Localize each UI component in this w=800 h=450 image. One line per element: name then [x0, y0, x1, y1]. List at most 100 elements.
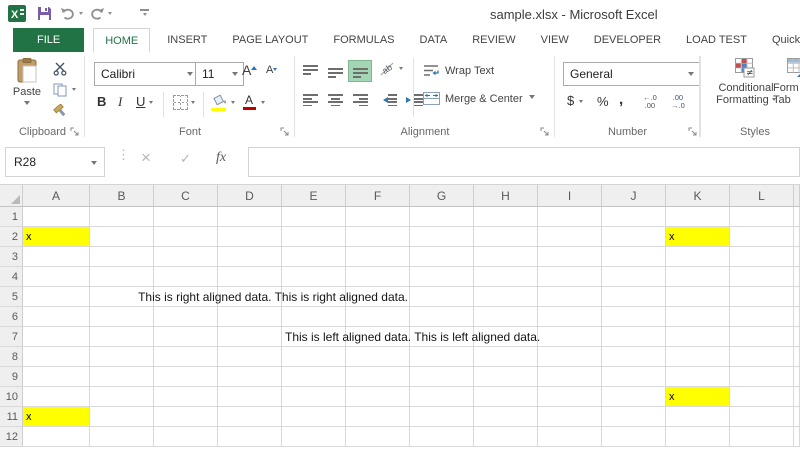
cell-F11[interactable] [346, 407, 410, 427]
cell-J4[interactable] [602, 267, 666, 287]
cell-F3[interactable] [346, 247, 410, 267]
tab-data[interactable]: DATA [412, 28, 456, 52]
font-dialog-launcher-icon[interactable] [280, 127, 290, 137]
cell-H8[interactable] [474, 347, 538, 367]
cell-A3[interactable] [23, 247, 90, 267]
format-painter-icon[interactable] [53, 104, 68, 122]
shrink-font-icon[interactable]: A [266, 64, 277, 76]
decrease-indent-icon[interactable] [377, 90, 399, 110]
insert-function-icon[interactable]: fx [216, 150, 226, 166]
enter-icon[interactable]: ✓ [180, 151, 191, 167]
align-top-icon[interactable] [299, 61, 321, 81]
formula-bar-resize-handle[interactable]: ⋮ [117, 150, 130, 159]
cell-J11[interactable] [602, 407, 666, 427]
font-size-select[interactable]: 11 [195, 62, 244, 86]
cell-E2[interactable] [282, 227, 346, 247]
font-family-select[interactable]: Calibri [94, 62, 199, 86]
cell-C4[interactable] [154, 267, 218, 287]
cell-I1[interactable] [538, 207, 602, 227]
merge-center-button[interactable]: Merge & Center [423, 92, 535, 105]
cell-J3[interactable] [602, 247, 666, 267]
tab-page-layout[interactable]: PAGE LAYOUT [224, 28, 316, 52]
cell-G1[interactable] [410, 207, 474, 227]
cell-K5[interactable] [666, 287, 730, 307]
align-bottom-icon[interactable] [349, 61, 371, 81]
row-header-4[interactable]: 4 [0, 267, 23, 287]
alignment-dialog-launcher-icon[interactable] [540, 127, 550, 137]
cell-C10[interactable] [154, 387, 218, 407]
cell-L9[interactable] [730, 367, 794, 387]
cell-H4[interactable] [474, 267, 538, 287]
cell-D10[interactable] [218, 387, 282, 407]
column-header-G[interactable]: G [410, 185, 474, 207]
cell-D2[interactable] [218, 227, 282, 247]
cell-D12[interactable] [218, 427, 282, 447]
cell-E8[interactable] [282, 347, 346, 367]
customize-qat-icon[interactable] [140, 9, 149, 18]
cell-I4[interactable] [538, 267, 602, 287]
cell-E1[interactable] [282, 207, 346, 227]
cell-G3[interactable] [410, 247, 474, 267]
cell-I5[interactable] [538, 287, 602, 307]
row-header-9[interactable]: 9 [0, 367, 23, 387]
cell-F12[interactable] [346, 427, 410, 447]
cell-L7[interactable] [730, 327, 794, 347]
orientation-icon[interactable]: ab [379, 61, 397, 80]
cell-I3[interactable] [538, 247, 602, 267]
row-header-8[interactable]: 8 [0, 347, 23, 367]
cell-K1[interactable] [666, 207, 730, 227]
font-color-icon[interactable]: A [243, 93, 255, 110]
cell-E6[interactable] [282, 307, 346, 327]
cell-K3[interactable] [666, 247, 730, 267]
cell-D7[interactable] [218, 327, 282, 347]
cell-K8[interactable] [666, 347, 730, 367]
cell-C1[interactable] [154, 207, 218, 227]
cell-L12[interactable] [730, 427, 794, 447]
cell-F10[interactable] [346, 387, 410, 407]
cell-A2[interactable]: x [23, 227, 90, 247]
cell-I2[interactable] [538, 227, 602, 247]
cell-D4[interactable] [218, 267, 282, 287]
cell-I11[interactable] [538, 407, 602, 427]
name-box[interactable]: R28 [5, 147, 105, 177]
cell-B7[interactable] [90, 327, 154, 347]
cell-D11[interactable] [218, 407, 282, 427]
cell-C9[interactable] [154, 367, 218, 387]
row-header-3[interactable]: 3 [0, 247, 23, 267]
italic-button[interactable]: I [118, 94, 122, 110]
currency-icon[interactable]: $ [567, 93, 574, 108]
cancel-icon[interactable]: × [141, 148, 151, 168]
cell-D8[interactable] [218, 347, 282, 367]
cell-H2[interactable] [474, 227, 538, 247]
cell-K2[interactable]: x [666, 227, 730, 247]
cell-L1[interactable] [730, 207, 794, 227]
cell-A1[interactable] [23, 207, 90, 227]
column-header-L[interactable]: L [730, 185, 794, 207]
cell-L11[interactable] [730, 407, 794, 427]
cell-G6[interactable] [410, 307, 474, 327]
comma-icon[interactable]: , [619, 91, 623, 108]
clipboard-dialog-launcher-icon[interactable] [70, 127, 80, 137]
cell-F6[interactable] [346, 307, 410, 327]
cell-C11[interactable] [154, 407, 218, 427]
cell-K4[interactable] [666, 267, 730, 287]
tab-formulas[interactable]: FORMULAS [325, 28, 402, 52]
column-header-E[interactable]: E [282, 185, 346, 207]
cell-C6[interactable] [154, 307, 218, 327]
cell-A8[interactable] [23, 347, 90, 367]
bold-button[interactable]: B [97, 94, 106, 109]
cell-B1[interactable] [90, 207, 154, 227]
cell-L8[interactable] [730, 347, 794, 367]
cell-I8[interactable] [538, 347, 602, 367]
redo-icon[interactable] [89, 7, 105, 25]
font-color-dropdown-icon[interactable] [261, 101, 265, 106]
row-header-6[interactable]: 6 [0, 307, 23, 327]
cell-A12[interactable] [23, 427, 90, 447]
row-header-7[interactable]: 7 [0, 327, 23, 347]
cell-E12[interactable] [282, 427, 346, 447]
row-header-10[interactable]: 10 [0, 387, 23, 407]
cell-K6[interactable] [666, 307, 730, 327]
cell-G2[interactable] [410, 227, 474, 247]
align-left-icon[interactable] [299, 90, 321, 110]
cell-E4[interactable] [282, 267, 346, 287]
